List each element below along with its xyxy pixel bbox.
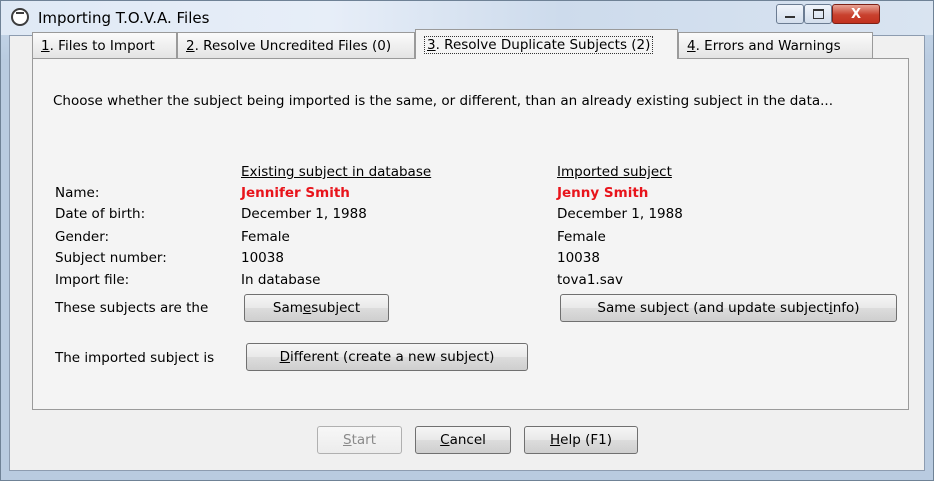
button-text: elp (F1) — [560, 432, 612, 448]
button-mnemonic: S — [343, 432, 352, 448]
window-title: Importing T.O.V.A. Files — [38, 9, 210, 27]
tab-mnemonic: 4 — [687, 38, 696, 54]
tab-label: . Files to Import — [49, 38, 155, 54]
button-text: nfo) — [832, 300, 860, 316]
app-window: Importing T.O.V.A. Files X 1. Files to I… — [0, 0, 934, 481]
tab-files-to-import[interactable]: 1. Files to Import — [32, 32, 177, 58]
existing-gender-value: Female — [241, 229, 290, 245]
button-mnemonic: D — [279, 349, 290, 365]
imported-subject-header: Imported subject — [557, 164, 672, 180]
minimize-button[interactable] — [776, 4, 804, 24]
maximize-button[interactable] — [804, 4, 832, 24]
minimize-icon — [785, 16, 795, 18]
name-label: Name: — [55, 185, 100, 201]
tab-mnemonic: 3 — [427, 37, 436, 53]
imported-subject-number-value: 10038 — [557, 250, 600, 266]
dob-label: Date of birth: — [55, 206, 146, 222]
button-mnemonic: C — [440, 432, 450, 448]
existing-name-value: Jennifer Smith — [241, 185, 350, 201]
button-mnemonic: e — [302, 300, 312, 316]
tab-label: . Resolve Uncredited Files (0) — [194, 38, 392, 54]
cancel-button[interactable]: Cancel — [415, 426, 511, 454]
subject-number-label: Subject number: — [55, 250, 167, 266]
button-text: tart — [351, 432, 376, 448]
maximize-icon — [812, 9, 824, 19]
tab-mnemonic: 1 — [41, 38, 50, 54]
button-text: Same subject (and update subject — [597, 300, 829, 316]
tab-mnemonic: 2 — [186, 38, 195, 54]
same-prompt-label: These subjects are the — [55, 300, 209, 316]
tab-focus-ring: 3. Resolve Duplicate Subjects (2) — [424, 36, 654, 54]
existing-subject-header: Existing subject in database — [241, 164, 432, 180]
same-subject-update-info-button[interactable]: Same subject (and update subject i nfo) — [560, 294, 897, 322]
start-button[interactable]: Start — [317, 426, 402, 454]
tab-resolve-uncredited-files[interactable]: 2. Resolve Uncredited Files (0) — [177, 32, 415, 58]
imported-import-file-value: tova1.sav — [557, 272, 623, 288]
different-subject-button[interactable]: Different (create a new subject) — [246, 343, 528, 371]
tab-label: . Resolve Duplicate Subjects (2) — [435, 37, 651, 53]
import-file-label: Import file: — [55, 272, 130, 288]
button-text: ifferent (create a new subject) — [289, 349, 495, 365]
imported-name-value: Jenny Smith — [557, 185, 649, 201]
different-prompt-label: The imported subject is — [55, 350, 215, 366]
imported-gender-value: Female — [557, 229, 606, 245]
close-icon: X — [850, 6, 862, 22]
existing-dob-value: December 1, 1988 — [241, 206, 367, 222]
close-button[interactable]: X — [832, 4, 880, 24]
imported-dob-value: December 1, 1988 — [557, 206, 683, 222]
instruction-text: Choose whether the subject being importe… — [53, 93, 834, 109]
button-text: subject — [311, 300, 361, 316]
button-text: ancel — [449, 432, 486, 448]
button-mnemonic: H — [550, 432, 561, 448]
tab-errors-and-warnings[interactable]: 4. Errors and Warnings — [678, 32, 873, 58]
button-text: Sam — [272, 300, 303, 316]
existing-import-file-value: In database — [241, 272, 321, 288]
same-subject-button[interactable]: Sam e subject — [244, 294, 389, 322]
tab-resolve-duplicate-subjects[interactable]: 3. Resolve Duplicate Subjects (2) — [415, 29, 678, 59]
gender-label: Gender: — [55, 229, 110, 245]
app-clock-icon — [11, 8, 29, 26]
help-button[interactable]: Help (F1) — [524, 426, 638, 454]
tab-label: . Errors and Warnings — [695, 38, 841, 54]
existing-subject-number-value: 10038 — [241, 250, 284, 266]
